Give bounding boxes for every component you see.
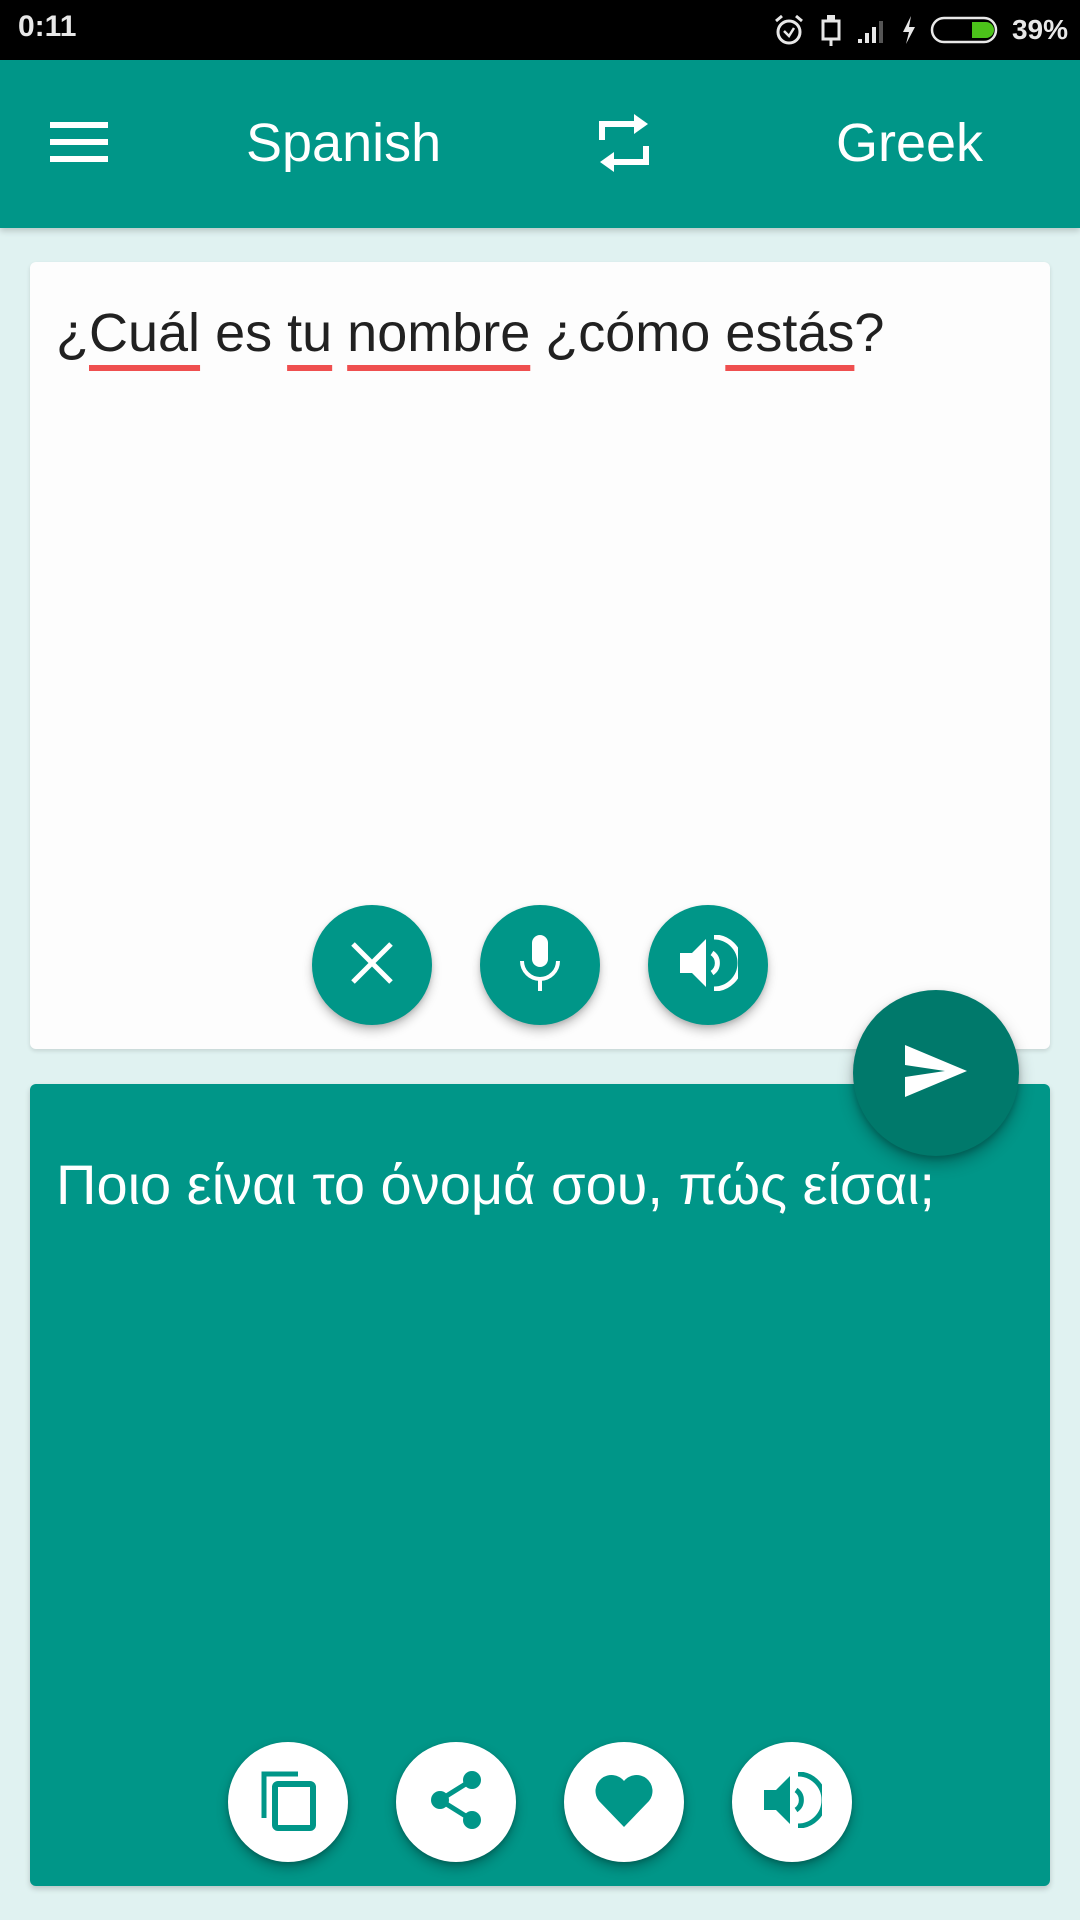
charging-icon xyxy=(900,15,918,45)
translated-text: Ποιο είναι το όνομά σου, πώς είσαι; xyxy=(56,1153,935,1216)
favorite-button[interactable] xyxy=(564,1742,684,1862)
usb-icon xyxy=(818,13,844,47)
hamburger-menu-icon xyxy=(50,120,108,169)
swap-languages-button[interactable] xyxy=(584,106,664,186)
battery-icon xyxy=(930,15,1000,45)
speak-source-button[interactable] xyxy=(648,905,768,1025)
app-bar: Spanish Greek xyxy=(0,60,1080,228)
translate-send-button[interactable] xyxy=(853,990,1019,1156)
status-time: 0:11 xyxy=(18,10,77,43)
copy-button[interactable] xyxy=(228,1742,348,1862)
input-word xyxy=(332,303,347,363)
input-word: ¿cómo xyxy=(530,303,726,363)
input-card: ¿Cuál es tu nombre ¿cómo estás? xyxy=(30,262,1050,1049)
status-icons: 39% xyxy=(772,10,1068,50)
share-button[interactable] xyxy=(396,1742,516,1862)
source-language-selector[interactable]: Spanish xyxy=(246,112,441,174)
alarm-icon xyxy=(772,13,806,47)
input-word: ¿ xyxy=(56,303,89,363)
heart-icon xyxy=(593,1771,655,1834)
send-icon xyxy=(903,1043,969,1104)
misspelled-word: Cuál xyxy=(89,303,201,363)
microphone-icon xyxy=(516,933,564,998)
input-word: ? xyxy=(854,303,885,363)
microphone-button[interactable] xyxy=(480,905,600,1025)
source-text-input[interactable]: ¿Cuál es tu nombre ¿cómo estás? xyxy=(56,300,1024,368)
status-bar: 0:11 39% xyxy=(0,0,1080,60)
speak-translation-button[interactable] xyxy=(732,1742,852,1862)
output-card: Ποιο είναι το όνομά σου, πώς είσαι; xyxy=(30,1084,1050,1886)
input-word: es xyxy=(200,303,288,363)
menu-button[interactable] xyxy=(44,114,114,174)
close-icon xyxy=(349,940,395,991)
target-language-selector[interactable]: Greek xyxy=(836,112,983,174)
misspelled-word: tu xyxy=(287,303,333,363)
battery-percent: 39% xyxy=(1011,14,1068,45)
speaker-icon xyxy=(678,934,743,996)
copy-icon xyxy=(258,1768,318,1837)
share-icon xyxy=(426,1768,486,1837)
swap-languages-icon xyxy=(596,112,652,181)
signal-icon xyxy=(856,15,888,45)
misspelled-word: nombre xyxy=(347,303,531,363)
speaker-icon xyxy=(762,1771,827,1833)
misspelled-word: estás xyxy=(725,303,855,363)
clear-button[interactable] xyxy=(312,905,432,1025)
